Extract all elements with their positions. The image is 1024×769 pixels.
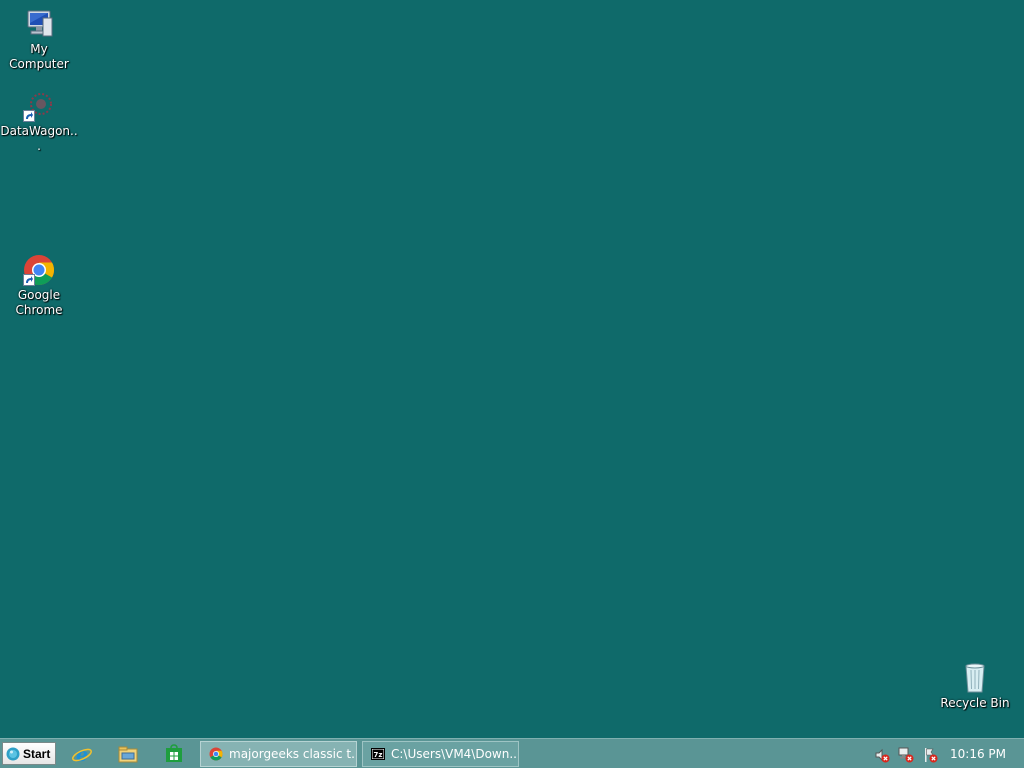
- taskbar: Start e majorgeeks classic t... 7z C:\Us…: [0, 738, 1024, 768]
- desktop-icon-datawagon[interactable]: DataWagon...: [0, 90, 78, 154]
- file-explorer-icon[interactable]: [117, 743, 139, 765]
- start-label: Start: [23, 746, 51, 761]
- svg-text:e: e: [76, 744, 88, 765]
- desktop-icon-my-computer[interactable]: My Computer: [0, 8, 78, 72]
- desktop-icon-label: Google Chrome: [15, 288, 63, 317]
- task-button-chrome[interactable]: majorgeeks classic t...: [200, 741, 357, 767]
- task-button-7zip[interactable]: 7z C:\Users\VM4\Down...: [362, 741, 519, 767]
- my-computer-icon: [23, 8, 55, 40]
- network-disconnected-icon[interactable]: [898, 747, 914, 763]
- 7zip-icon: 7z: [371, 748, 385, 760]
- datawagon-icon: [23, 90, 55, 122]
- action-center-alert-icon[interactable]: [922, 747, 938, 763]
- desktop[interactable]: My Computer DataWagon... Google Chrome R…: [0, 0, 1024, 738]
- shortcut-arrow-icon: [23, 274, 35, 286]
- desktop-icon-recycle-bin[interactable]: Recycle Bin: [936, 662, 1014, 711]
- task-label: majorgeeks classic t...: [229, 747, 357, 761]
- recycle-bin-icon: [959, 662, 991, 694]
- desktop-icon-label: Recycle Bin: [940, 696, 1010, 710]
- desktop-icon-google-chrome[interactable]: Google Chrome: [0, 254, 78, 318]
- task-label: C:\Users\VM4\Down...: [391, 747, 519, 761]
- chrome-icon: [209, 747, 223, 761]
- windows-store-icon[interactable]: [163, 743, 185, 765]
- svg-text:7z: 7z: [374, 751, 383, 759]
- desktop-icon-label: DataWagon...: [0, 124, 78, 153]
- taskbar-clock[interactable]: 10:16 PM: [950, 747, 1006, 761]
- start-orb-icon: [6, 747, 20, 760]
- volume-muted-icon[interactable]: [874, 747, 890, 763]
- chrome-icon: [23, 254, 55, 286]
- internet-explorer-icon[interactable]: e: [71, 743, 93, 766]
- shortcut-arrow-icon: [23, 110, 35, 122]
- start-button[interactable]: Start: [2, 742, 56, 765]
- desktop-icon-label: My Computer: [9, 42, 69, 71]
